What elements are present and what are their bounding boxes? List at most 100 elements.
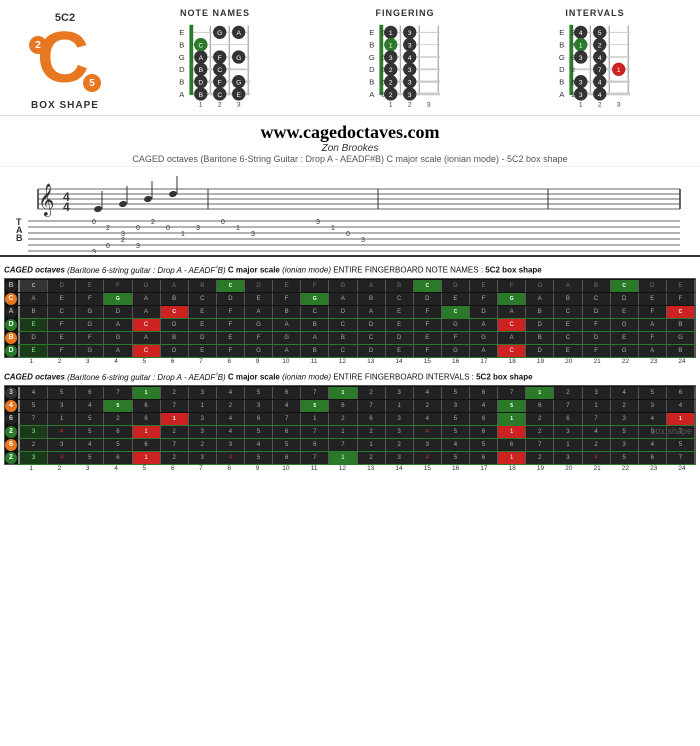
svg-text:4: 4 [579, 30, 583, 37]
svg-text:1: 1 [199, 101, 203, 108]
fb-row-e-high: B C D E F G A B C D E F G A B C D E F [5, 279, 695, 292]
svg-text:D: D [179, 65, 185, 74]
website-url: www.cagedoctaves.com [0, 122, 700, 143]
svg-text:A: A [559, 90, 565, 99]
svg-text:3: 3 [361, 237, 365, 244]
svg-text:F: F [218, 55, 222, 62]
svg-text:3: 3 [92, 249, 96, 253]
fb-intervals-grid: 3 4 5 6 7 1 2 3 4 5 6 7 1 2 3 4 5 6 7 1 [4, 385, 696, 465]
svg-text:G: G [236, 79, 241, 86]
svg-text:C: C [198, 43, 203, 50]
svg-text:5: 5 [598, 30, 602, 37]
string-label-d: D [5, 319, 17, 331]
svg-text:0: 0 [346, 231, 350, 238]
svg-text:1: 1 [579, 101, 583, 108]
svg-text:1: 1 [389, 43, 393, 50]
svg-text:2: 2 [121, 237, 125, 244]
svg-text:4: 4 [598, 79, 602, 86]
svg-text:3: 3 [251, 231, 255, 238]
svg-text:2: 2 [571, 92, 575, 99]
fb2-title: CAGED octaves (Baritone 6-string guitar … [4, 371, 696, 383]
svg-text:1: 1 [331, 225, 335, 232]
note-names-svg: E B G D B A C G A A F [170, 21, 260, 111]
svg-text:0: 0 [381, 30, 385, 37]
svg-text:2: 2 [389, 67, 393, 74]
svg-text:0: 0 [166, 225, 170, 232]
svg-text:0: 0 [106, 243, 110, 250]
svg-text:2: 2 [218, 101, 222, 108]
svg-text:B: B [199, 92, 204, 99]
svg-text:G: G [179, 53, 185, 62]
fingering-diagram: FINGERING E B G D B A [360, 8, 450, 111]
c-letter: C [37, 22, 89, 94]
svg-text:C: C [217, 67, 222, 74]
fb-irow-4: 2 3 4 5 6 1 2 3 4 5 6 7 1 2 3 4 5 6 1 2 [5, 425, 695, 438]
svg-text:B: B [369, 77, 374, 86]
svg-text:1: 1 [236, 225, 240, 232]
description-text: CAGED octaves (Baritone 6-String Guitar … [0, 154, 700, 164]
svg-text:3: 3 [408, 92, 412, 99]
svg-text:B: B [16, 233, 23, 243]
svg-text:G: G [217, 30, 222, 37]
svg-text:E: E [369, 28, 374, 37]
author-name: Zon Brookes [0, 143, 700, 154]
svg-text:0: 0 [381, 67, 385, 74]
string-label-b: C [5, 293, 17, 305]
svg-text:B: B [179, 41, 184, 50]
notation-section: 𝄞 4 4 T A B 0 2 3 0 2 0 [0, 167, 700, 257]
fb-irow-3: 6 7 1 5 2 6 1 3 4 6 7 1 2 6 3 4 5 6 1 2 [5, 412, 695, 425]
svg-text:3: 3 [579, 92, 583, 99]
svg-text:E: E [236, 92, 241, 99]
svg-text:3: 3 [427, 101, 431, 108]
svg-text:D: D [559, 65, 565, 74]
string-label-e-high: B [5, 280, 17, 292]
svg-text:G: G [369, 53, 375, 62]
intervals-diagram: INTERVALS E B G D B A [550, 8, 640, 111]
svg-text:B: B [179, 77, 184, 86]
svg-text:0: 0 [92, 219, 96, 226]
badge-5: 5 [83, 74, 101, 92]
svg-text:3: 3 [408, 30, 412, 37]
diagrams-area: NOTE NAMES E B G D B A [120, 8, 690, 111]
string-label-g: A [5, 306, 17, 318]
top-section: 5C2 2 C 5 BOX SHAPE NOTE NAMES [0, 0, 700, 116]
svg-text:E: E [179, 28, 184, 37]
fb-row-d: D E F G A C D E F G A B C D E F G A C D [5, 318, 695, 331]
svg-text:A: A [179, 90, 185, 99]
svg-text:D: D [198, 79, 203, 86]
fb-row-low-e: D E F G A C D E F G A B C D E F G A C D [5, 344, 695, 357]
fb-cells-low-e: E F G A C D E F G A B C D E F G A C D E [18, 344, 695, 358]
svg-text:4: 4 [598, 92, 602, 99]
intervals-svg: E B G D B A 4 5 1 2 3 4 [550, 21, 640, 111]
fb-cells-b: A E F G A B C D E F G A B C D E F G A B [18, 293, 695, 305]
fb-irow-6: 2 3 4 5 6 1 2 3 4 5 6 7 1 2 3 4 5 6 1 2 [5, 451, 695, 464]
svg-text:6: 6 [571, 79, 575, 86]
svg-text:B: B [559, 77, 564, 86]
svg-text:1: 1 [617, 67, 621, 74]
svg-text:0: 0 [381, 55, 385, 62]
svg-text:B: B [199, 67, 204, 74]
fb-notes-grid: B C D E F G A B C D E F G A B C D E F [4, 278, 696, 358]
fb-cells-a: D E F G A B D E F G A B C D E F G A B C [18, 332, 695, 344]
svg-text:2: 2 [389, 79, 393, 86]
svg-text:1: 1 [389, 30, 393, 37]
svg-text:1: 1 [579, 43, 583, 50]
svg-text:7: 7 [571, 43, 575, 50]
box-shape-bottom-label: box shape [650, 426, 692, 436]
svg-text:2: 2 [598, 101, 602, 108]
svg-text:2: 2 [151, 219, 155, 226]
svg-text:3: 3 [579, 79, 583, 86]
svg-text:E: E [559, 28, 564, 37]
fb-irow-2: 4 5 3 4 5 6 7 1 2 3 4 5 6 7 1 2 3 4 5 6 [5, 399, 695, 412]
svg-text:𝄞: 𝄞 [38, 184, 55, 217]
note-names-title: NOTE NAMES [180, 8, 250, 18]
svg-text:4: 4 [598, 55, 602, 62]
fb2-fret-numbers: 123456789101112131415161718192021222324 [17, 465, 696, 472]
svg-text:4: 4 [408, 55, 412, 62]
c-shape-container: 2 C 5 [25, 28, 105, 98]
svg-text:3: 3 [571, 30, 575, 37]
fingerboard-notes-section: CAGED octaves (Baritone 6-string guitar … [0, 261, 700, 365]
svg-text:C: C [217, 92, 222, 99]
badge-2: 2 [29, 36, 47, 54]
fb1-fret-numbers: 123456789101112131415161718192021222324 [17, 358, 696, 365]
